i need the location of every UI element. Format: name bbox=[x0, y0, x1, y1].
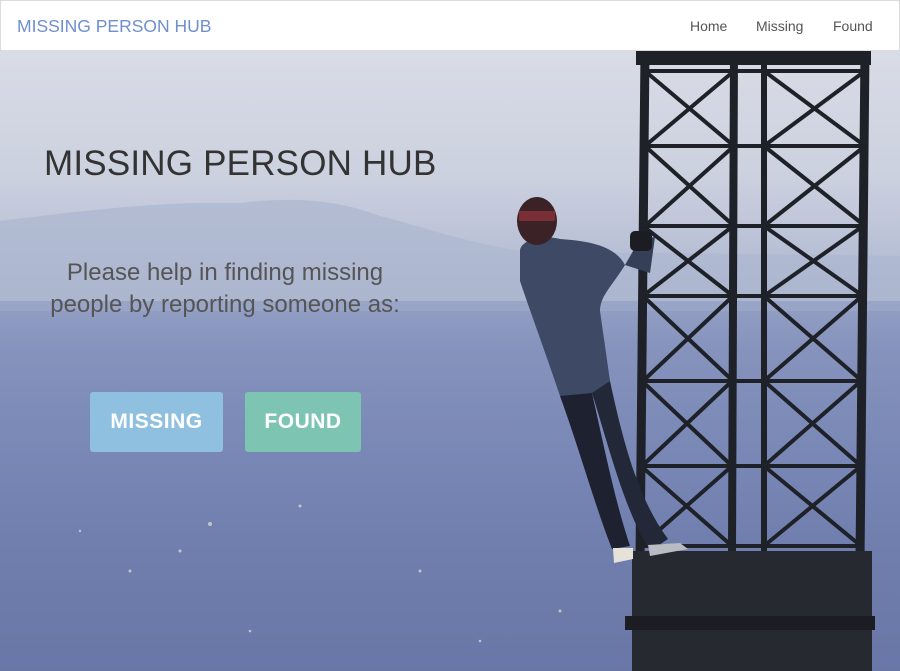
top-navbar: MISSING PERSON HUB Home Missing Found bbox=[0, 0, 900, 51]
hero-section: MISSING PERSON HUB Please help in findin… bbox=[0, 51, 900, 671]
nav-found-link[interactable]: Found bbox=[833, 18, 873, 34]
hero-description-line1: Please help in finding missing bbox=[66, 259, 384, 286]
missing-button[interactable]: MISSING bbox=[90, 392, 223, 452]
hero-title: MISSING PERSON HUB bbox=[44, 144, 437, 183]
nav-home-link[interactable]: Home bbox=[690, 18, 727, 34]
hero-description: Please help in finding missing people by… bbox=[40, 257, 410, 321]
nav-missing-link[interactable]: Missing bbox=[756, 18, 803, 34]
found-button[interactable]: FOUND bbox=[245, 392, 361, 452]
brand-link[interactable]: MISSING PERSON HUB bbox=[17, 16, 211, 37]
hero-description-line2: people by reporting someone as: bbox=[50, 291, 400, 318]
